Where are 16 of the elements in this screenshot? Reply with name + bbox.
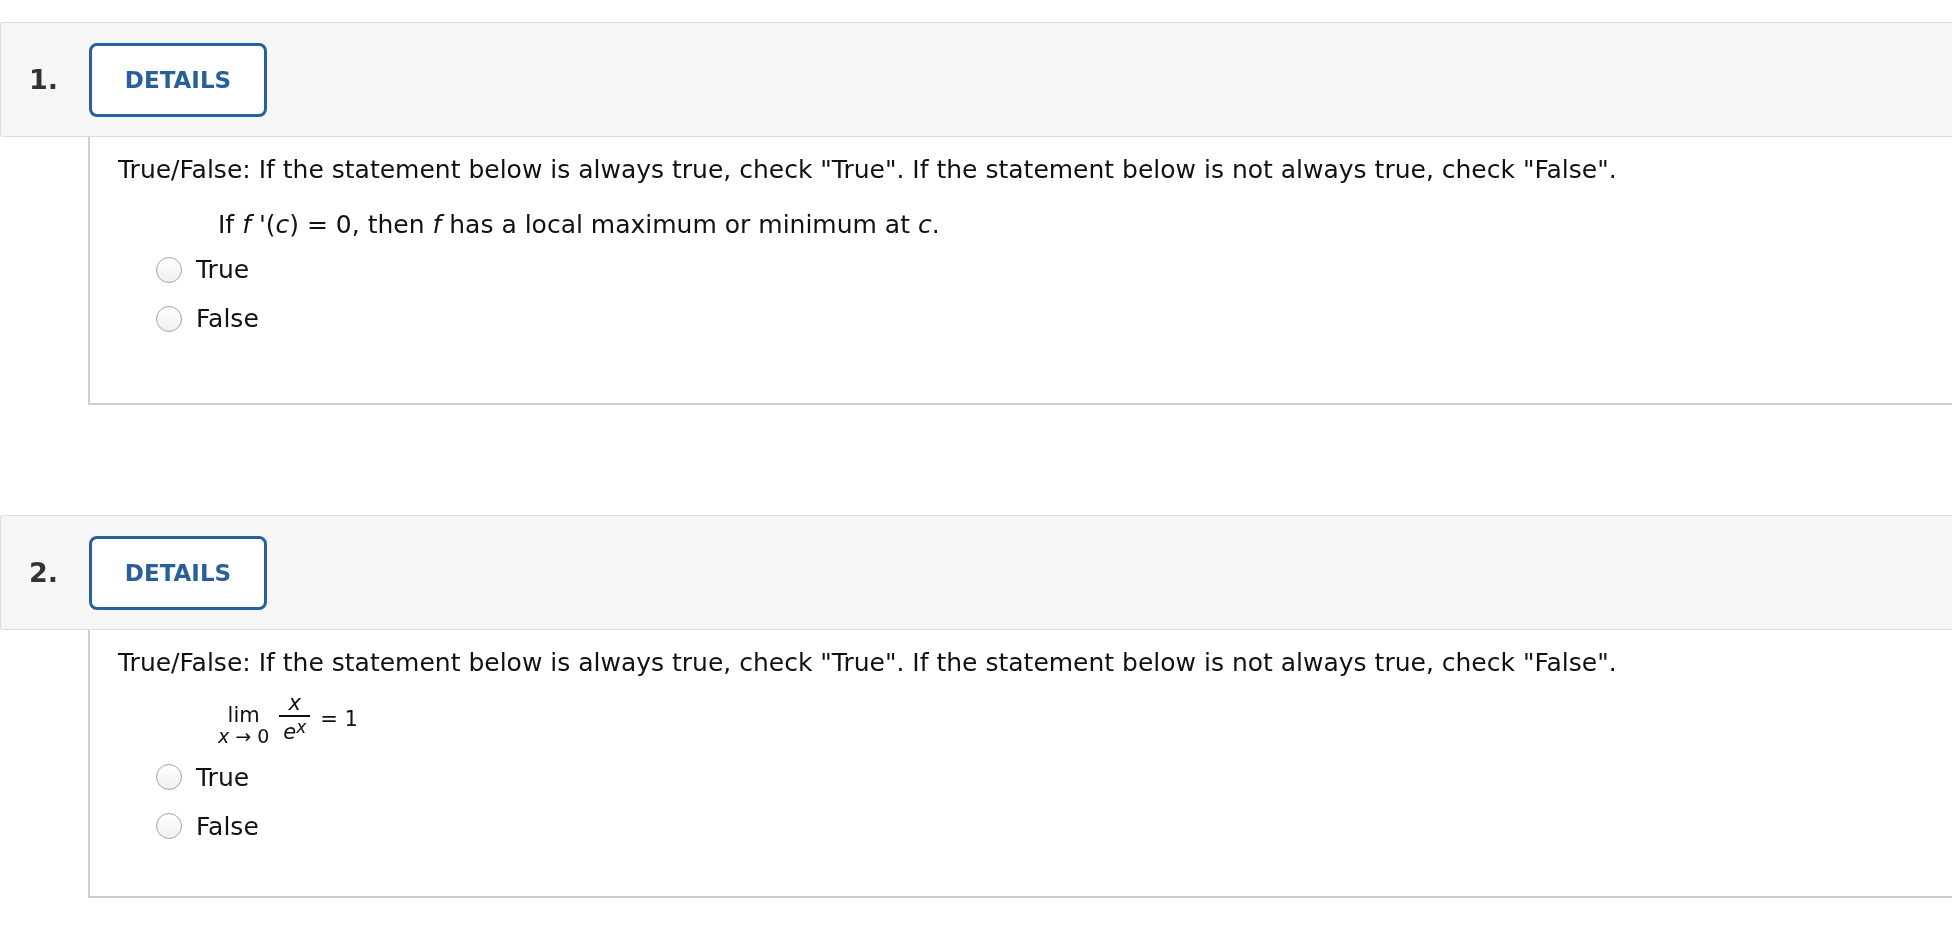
fraction-numerator: x — [287, 691, 303, 715]
option-label[interactable]: False — [196, 811, 259, 841]
limit-operator: lim — [227, 705, 260, 726]
limit-subscript: x → 0 — [218, 726, 270, 747]
option-label[interactable]: True — [196, 255, 250, 284]
equation-right-side: = 1 — [320, 706, 358, 731]
option-label[interactable]: True — [196, 762, 250, 792]
question-prompt: True/False: If the statement below is always true, check "True". If the statement below is not always true, check "False". — [118, 155, 1618, 184]
question-number: 2. — [29, 557, 60, 588]
question-number: 1. — [29, 64, 60, 95]
fraction-denominator: e$^{x}$ — [282, 716, 308, 746]
question-prompt: True/False: If the statement below is always true, check "True". If the statement below is not always true, check "False". — [118, 648, 1618, 677]
option-label[interactable]: False — [196, 304, 259, 333]
math-statement: If f '(c) = 0, then f has a local maximum or minimum at c. — [218, 210, 941, 239]
details-button[interactable]: DETAILS — [89, 42, 267, 117]
details-button[interactable]: DETAILS — [89, 535, 267, 610]
